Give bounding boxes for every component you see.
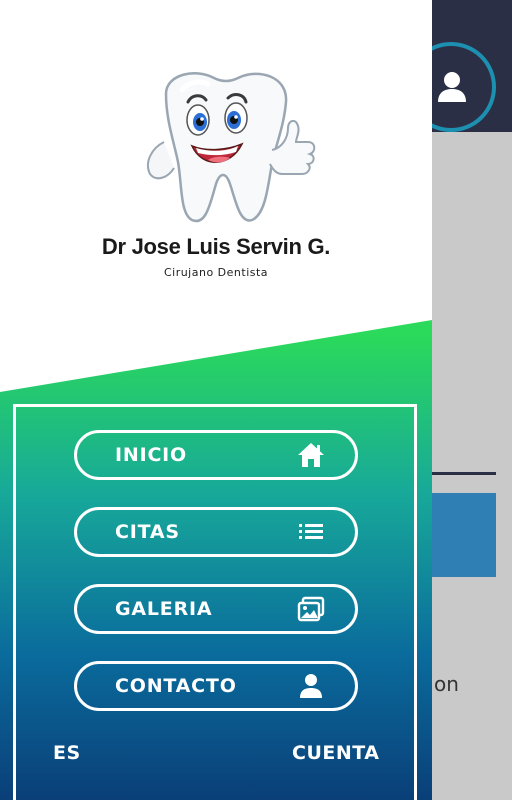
navigation-drawer: Dr Jose Luis Servin G. Cirujano Dentista… (0, 0, 432, 800)
home-icon (298, 443, 324, 467)
menu-label: GALERIA (115, 598, 213, 620)
menu-button-galeria[interactable]: GALERIA (74, 584, 358, 634)
menu-label: INICIO (115, 444, 188, 466)
menu-label: CITAS (115, 521, 180, 543)
menu-button-citas[interactable]: CITAS (74, 507, 358, 557)
person-icon (300, 674, 322, 698)
brand-subtitle: Cirujano Dentista (163, 266, 269, 279)
menu-button-inicio[interactable]: INICIO (74, 430, 358, 480)
menu-label: CONTACTO (115, 675, 237, 697)
account-link[interactable]: CUENTA (292, 742, 379, 764)
user-icon (438, 72, 466, 102)
list-icon (299, 524, 323, 539)
brand-name: Dr Jose Luis Servin G. (101, 234, 331, 259)
app-content (432, 132, 512, 800)
gallery-icon (297, 596, 325, 622)
menu-button-contacto[interactable]: CONTACTO (74, 661, 358, 711)
smiling-tooth-icon (146, 72, 316, 223)
content-text: on (434, 672, 459, 696)
content-banner (432, 493, 496, 577)
language-selector[interactable]: ES (53, 742, 81, 764)
content-divider (432, 472, 496, 475)
